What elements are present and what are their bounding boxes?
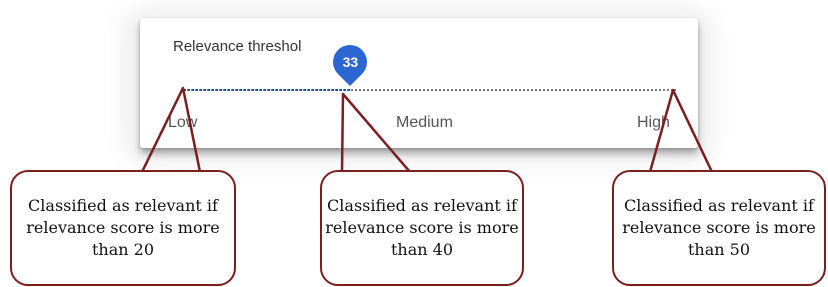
callout-high-text: Classified as relevant if relevance scor… xyxy=(622,196,816,259)
callout-medium-text: Classified as relevant if relevance scor… xyxy=(325,196,519,259)
callout-high: Classified as relevant if relevance scor… xyxy=(612,170,826,286)
callout-pointer-high xyxy=(648,88,714,173)
callout-medium: Classified as relevant if relevance scor… xyxy=(320,170,524,286)
callout-pointer-medium xyxy=(340,92,411,173)
callout-low-text: Classified as relevant if relevance scor… xyxy=(26,196,220,259)
callout-low: Classified as relevant if relevance scor… xyxy=(10,170,236,286)
callout-pointer-low xyxy=(140,86,202,173)
